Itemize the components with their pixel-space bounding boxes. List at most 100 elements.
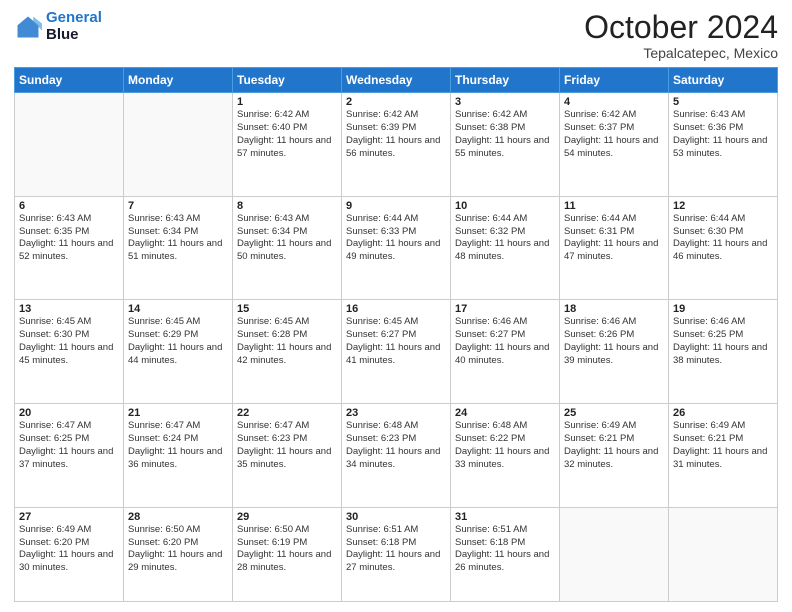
cell-w1-d2: 1Sunrise: 6:42 AMSunset: 6:40 PMDaylight…	[233, 93, 342, 197]
week-row-5: 27Sunrise: 6:49 AMSunset: 6:20 PMDayligh…	[15, 507, 778, 601]
month-title: October 2024	[584, 10, 778, 45]
day-number: 4	[564, 96, 664, 108]
week-row-2: 6Sunrise: 6:43 AMSunset: 6:35 PMDaylight…	[15, 196, 778, 300]
day-number: 20	[19, 407, 119, 419]
location-subtitle: Tepalcatepec, Mexico	[584, 45, 778, 61]
day-info: Sunrise: 6:42 AMSunset: 6:37 PMDaylight:…	[564, 109, 664, 160]
day-number: 10	[455, 200, 555, 212]
day-info: Sunrise: 6:45 AMSunset: 6:30 PMDaylight:…	[19, 316, 119, 367]
day-info: Sunrise: 6:51 AMSunset: 6:18 PMDaylight:…	[346, 524, 446, 575]
cell-w4-d4: 24Sunrise: 6:48 AMSunset: 6:22 PMDayligh…	[451, 404, 560, 508]
day-info: Sunrise: 6:44 AMSunset: 6:30 PMDaylight:…	[673, 213, 773, 264]
cell-w4-d3: 23Sunrise: 6:48 AMSunset: 6:23 PMDayligh…	[342, 404, 451, 508]
day-info: Sunrise: 6:48 AMSunset: 6:22 PMDaylight:…	[455, 420, 555, 471]
day-number: 17	[455, 303, 555, 315]
cell-w3-d3: 16Sunrise: 6:45 AMSunset: 6:27 PMDayligh…	[342, 300, 451, 404]
day-info: Sunrise: 6:47 AMSunset: 6:23 PMDaylight:…	[237, 420, 337, 471]
week-row-4: 20Sunrise: 6:47 AMSunset: 6:25 PMDayligh…	[15, 404, 778, 508]
day-number: 14	[128, 303, 228, 315]
day-info: Sunrise: 6:45 AMSunset: 6:27 PMDaylight:…	[346, 316, 446, 367]
day-number: 6	[19, 200, 119, 212]
day-info: Sunrise: 6:50 AMSunset: 6:19 PMDaylight:…	[237, 524, 337, 575]
day-number: 1	[237, 96, 337, 108]
cell-w2-d1: 7Sunrise: 6:43 AMSunset: 6:34 PMDaylight…	[124, 196, 233, 300]
day-number: 15	[237, 303, 337, 315]
cell-w5-d0: 27Sunrise: 6:49 AMSunset: 6:20 PMDayligh…	[15, 507, 124, 601]
cell-w3-d6: 19Sunrise: 6:46 AMSunset: 6:25 PMDayligh…	[669, 300, 778, 404]
day-number: 9	[346, 200, 446, 212]
col-friday: Friday	[560, 68, 669, 93]
logo-icon	[14, 13, 42, 41]
calendar-body: 1Sunrise: 6:42 AMSunset: 6:40 PMDaylight…	[15, 93, 778, 602]
day-number: 23	[346, 407, 446, 419]
cell-w1-d0	[15, 93, 124, 197]
day-number: 29	[237, 511, 337, 523]
day-number: 22	[237, 407, 337, 419]
day-info: Sunrise: 6:43 AMSunset: 6:35 PMDaylight:…	[19, 213, 119, 264]
cell-w2-d4: 10Sunrise: 6:44 AMSunset: 6:32 PMDayligh…	[451, 196, 560, 300]
logo-text: GeneralBlue	[46, 10, 102, 43]
day-number: 28	[128, 511, 228, 523]
col-saturday: Saturday	[669, 68, 778, 93]
day-info: Sunrise: 6:46 AMSunset: 6:25 PMDaylight:…	[673, 316, 773, 367]
cell-w3-d1: 14Sunrise: 6:45 AMSunset: 6:29 PMDayligh…	[124, 300, 233, 404]
day-number: 26	[673, 407, 773, 419]
day-info: Sunrise: 6:44 AMSunset: 6:31 PMDaylight:…	[564, 213, 664, 264]
calendar-header-row: Sunday Monday Tuesday Wednesday Thursday…	[15, 68, 778, 93]
day-number: 7	[128, 200, 228, 212]
day-info: Sunrise: 6:45 AMSunset: 6:28 PMDaylight:…	[237, 316, 337, 367]
col-wednesday: Wednesday	[342, 68, 451, 93]
day-number: 24	[455, 407, 555, 419]
cell-w2-d6: 12Sunrise: 6:44 AMSunset: 6:30 PMDayligh…	[669, 196, 778, 300]
logo: GeneralBlue	[14, 10, 102, 43]
cell-w3-d2: 15Sunrise: 6:45 AMSunset: 6:28 PMDayligh…	[233, 300, 342, 404]
day-info: Sunrise: 6:48 AMSunset: 6:23 PMDaylight:…	[346, 420, 446, 471]
cell-w1-d3: 2Sunrise: 6:42 AMSunset: 6:39 PMDaylight…	[342, 93, 451, 197]
cell-w5-d5	[560, 507, 669, 601]
cell-w1-d5: 4Sunrise: 6:42 AMSunset: 6:37 PMDaylight…	[560, 93, 669, 197]
day-number: 3	[455, 96, 555, 108]
day-info: Sunrise: 6:46 AMSunset: 6:26 PMDaylight:…	[564, 316, 664, 367]
day-info: Sunrise: 6:47 AMSunset: 6:24 PMDaylight:…	[128, 420, 228, 471]
cell-w5-d6	[669, 507, 778, 601]
day-number: 27	[19, 511, 119, 523]
cell-w2-d5: 11Sunrise: 6:44 AMSunset: 6:31 PMDayligh…	[560, 196, 669, 300]
cell-w5-d4: 31Sunrise: 6:51 AMSunset: 6:18 PMDayligh…	[451, 507, 560, 601]
day-number: 30	[346, 511, 446, 523]
day-number: 5	[673, 96, 773, 108]
day-number: 8	[237, 200, 337, 212]
col-monday: Monday	[124, 68, 233, 93]
cell-w5-d3: 30Sunrise: 6:51 AMSunset: 6:18 PMDayligh…	[342, 507, 451, 601]
cell-w1-d1	[124, 93, 233, 197]
day-info: Sunrise: 6:44 AMSunset: 6:32 PMDaylight:…	[455, 213, 555, 264]
day-number: 13	[19, 303, 119, 315]
day-info: Sunrise: 6:49 AMSunset: 6:21 PMDaylight:…	[673, 420, 773, 471]
cell-w4-d0: 20Sunrise: 6:47 AMSunset: 6:25 PMDayligh…	[15, 404, 124, 508]
cell-w5-d2: 29Sunrise: 6:50 AMSunset: 6:19 PMDayligh…	[233, 507, 342, 601]
cell-w1-d6: 5Sunrise: 6:43 AMSunset: 6:36 PMDaylight…	[669, 93, 778, 197]
day-number: 18	[564, 303, 664, 315]
day-info: Sunrise: 6:42 AMSunset: 6:39 PMDaylight:…	[346, 109, 446, 160]
day-info: Sunrise: 6:42 AMSunset: 6:38 PMDaylight:…	[455, 109, 555, 160]
cell-w2-d2: 8Sunrise: 6:43 AMSunset: 6:34 PMDaylight…	[233, 196, 342, 300]
day-number: 31	[455, 511, 555, 523]
cell-w3-d4: 17Sunrise: 6:46 AMSunset: 6:27 PMDayligh…	[451, 300, 560, 404]
day-number: 25	[564, 407, 664, 419]
day-info: Sunrise: 6:51 AMSunset: 6:18 PMDaylight:…	[455, 524, 555, 575]
day-number: 16	[346, 303, 446, 315]
cell-w2-d3: 9Sunrise: 6:44 AMSunset: 6:33 PMDaylight…	[342, 196, 451, 300]
day-info: Sunrise: 6:45 AMSunset: 6:29 PMDaylight:…	[128, 316, 228, 367]
day-info: Sunrise: 6:50 AMSunset: 6:20 PMDaylight:…	[128, 524, 228, 575]
week-row-3: 13Sunrise: 6:45 AMSunset: 6:30 PMDayligh…	[15, 300, 778, 404]
title-block: October 2024 Tepalcatepec, Mexico	[584, 10, 778, 61]
cell-w1-d4: 3Sunrise: 6:42 AMSunset: 6:38 PMDaylight…	[451, 93, 560, 197]
col-thursday: Thursday	[451, 68, 560, 93]
day-info: Sunrise: 6:43 AMSunset: 6:36 PMDaylight:…	[673, 109, 773, 160]
cell-w4-d5: 25Sunrise: 6:49 AMSunset: 6:21 PMDayligh…	[560, 404, 669, 508]
col-tuesday: Tuesday	[233, 68, 342, 93]
cell-w2-d0: 6Sunrise: 6:43 AMSunset: 6:35 PMDaylight…	[15, 196, 124, 300]
day-info: Sunrise: 6:44 AMSunset: 6:33 PMDaylight:…	[346, 213, 446, 264]
day-info: Sunrise: 6:43 AMSunset: 6:34 PMDaylight:…	[128, 213, 228, 264]
day-info: Sunrise: 6:49 AMSunset: 6:20 PMDaylight:…	[19, 524, 119, 575]
day-number: 21	[128, 407, 228, 419]
